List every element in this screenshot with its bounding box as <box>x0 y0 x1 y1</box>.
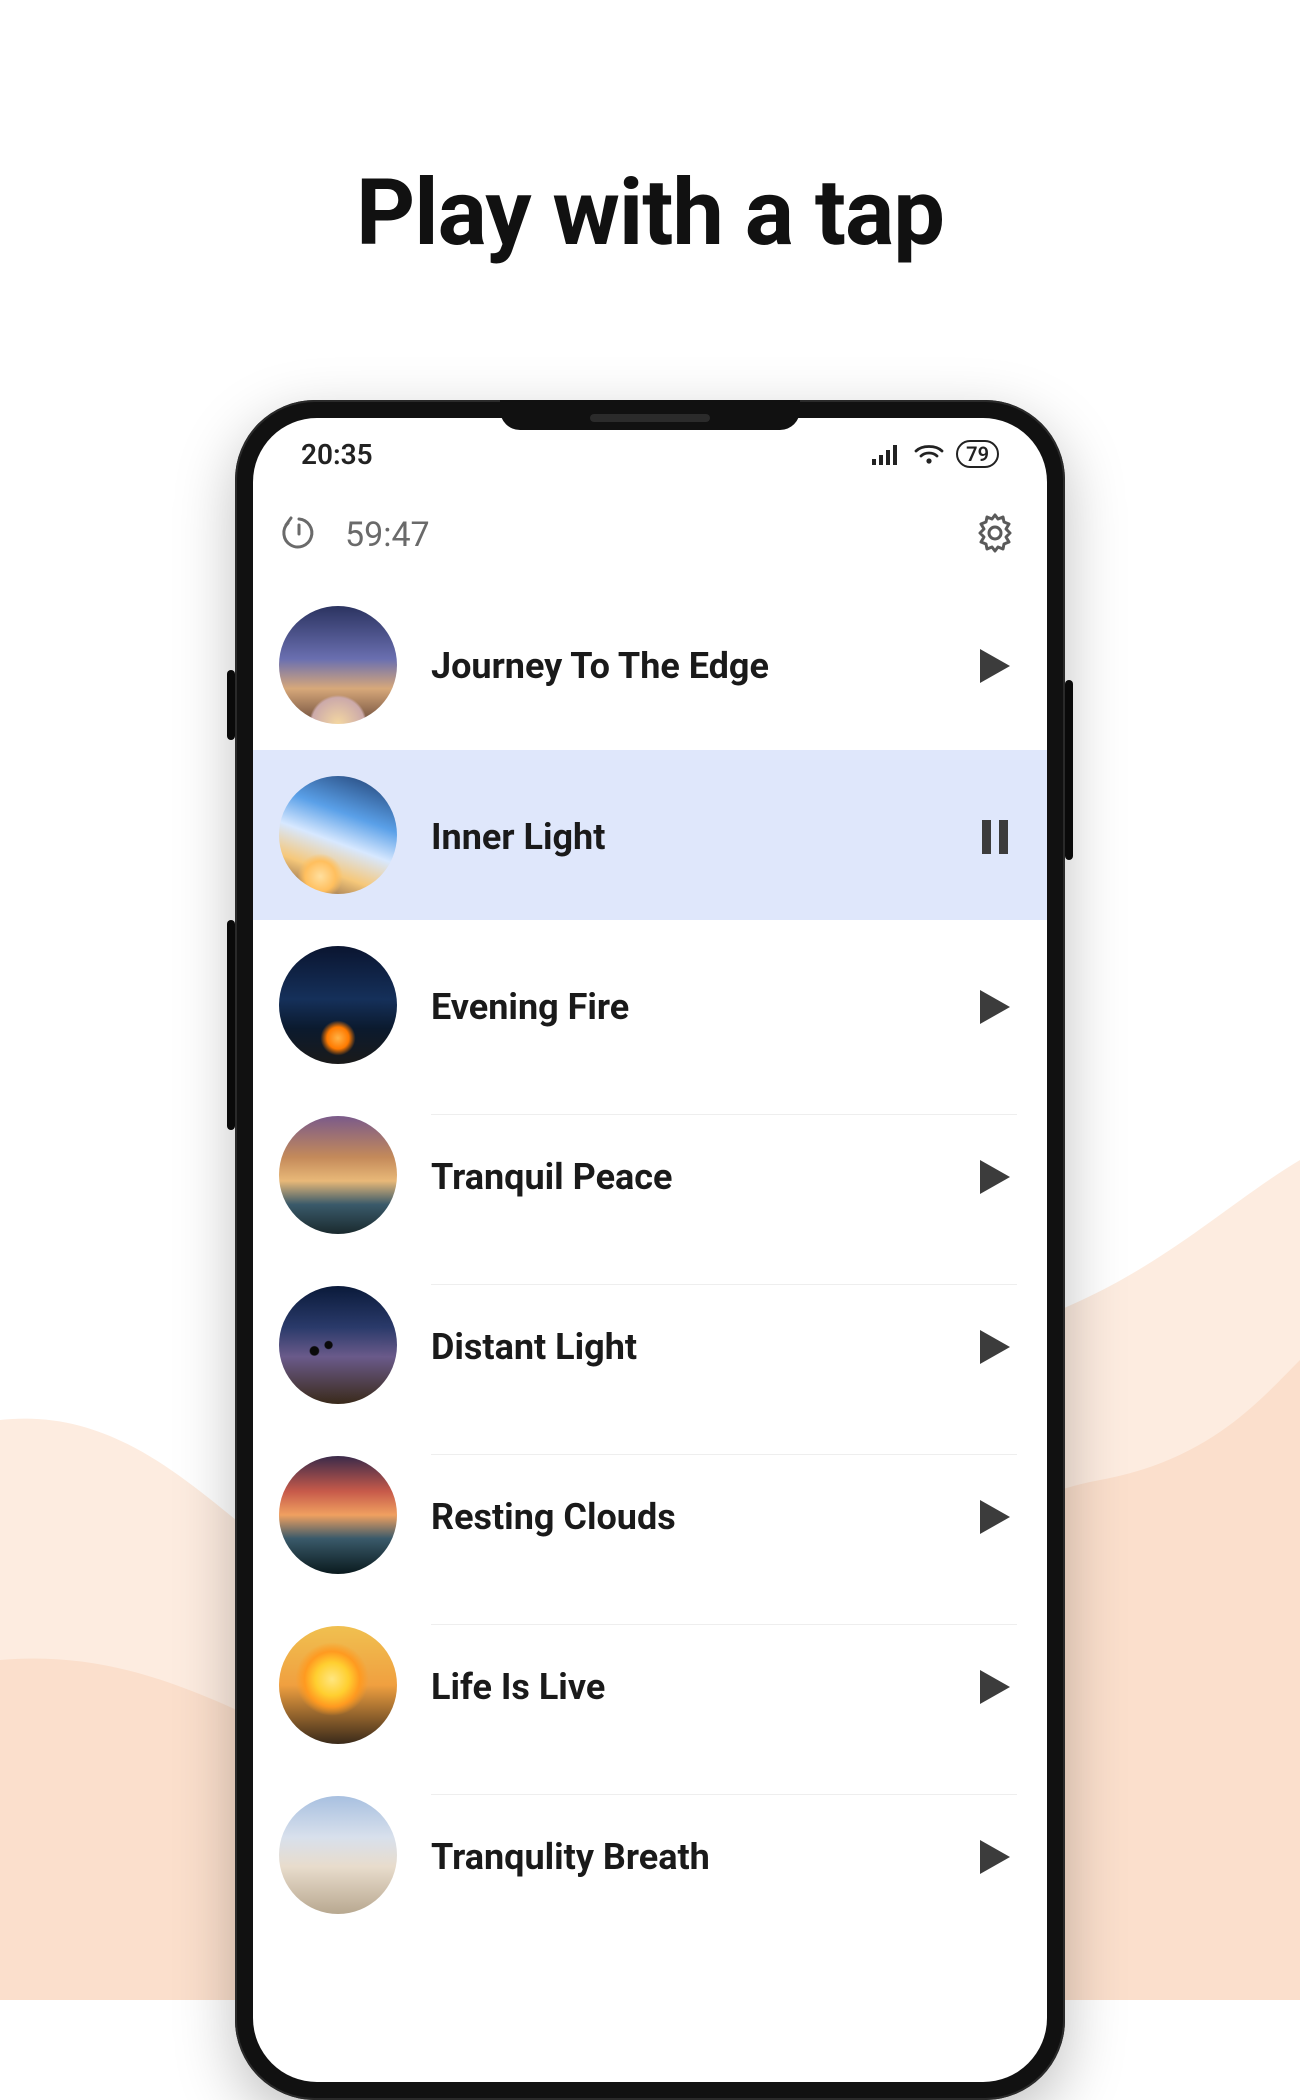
pause-icon[interactable] <box>973 815 1017 859</box>
track-row[interactable]: Evening Fire <box>253 920 1047 1090</box>
track-thumbnail <box>279 1456 397 1574</box>
track-row[interactable]: Journey To The Edge <box>253 580 1047 750</box>
play-icon[interactable] <box>973 1155 1017 1199</box>
track-thumbnail <box>279 946 397 1064</box>
track-title: Tranqulity Breath <box>431 1836 710 1878</box>
app-header: 59:47 <box>253 490 1047 580</box>
phone-screen: 20:35 79 59:47 <box>253 418 1047 2082</box>
track-title: Evening Fire <box>431 986 629 1028</box>
play-icon[interactable] <box>973 1495 1017 1539</box>
status-time: 20:35 <box>301 438 373 471</box>
track-title: Tranquil Peace <box>431 1156 673 1198</box>
cellular-signal-icon <box>872 443 902 465</box>
track-row[interactable]: Distant Light <box>253 1260 1047 1430</box>
settings-icon[interactable] <box>973 511 1017 559</box>
track-row[interactable]: Tranqulity Breath <box>253 1770 1047 1940</box>
track-thumbnail <box>279 1116 397 1234</box>
track-title: Resting Clouds <box>431 1496 676 1538</box>
battery-indicator: 79 <box>956 440 999 468</box>
track-row[interactable]: Inner Light <box>253 750 1047 920</box>
track-title: Inner Light <box>431 816 605 858</box>
track-thumbnail <box>279 1626 397 1744</box>
track-thumbnail <box>279 1796 397 1914</box>
track-list: Journey To The Edge Inner Light <box>253 580 1047 1940</box>
track-thumbnail <box>279 606 397 724</box>
track-row[interactable]: Life Is Live <box>253 1600 1047 1770</box>
wifi-icon <box>914 443 944 465</box>
play-icon[interactable] <box>973 1835 1017 1879</box>
track-title: Journey To The Edge <box>431 645 769 687</box>
phone-notch <box>500 400 800 430</box>
track-title: Distant Light <box>431 1326 637 1368</box>
page-headline: Play with a tap <box>0 160 1300 267</box>
timer-value: 59:47 <box>345 515 430 555</box>
play-icon[interactable] <box>973 1665 1017 1709</box>
timer-icon[interactable] <box>279 513 319 557</box>
track-thumbnail <box>279 776 397 894</box>
track-thumbnail <box>279 1286 397 1404</box>
phone-frame: 20:35 79 59:47 <box>235 400 1065 2100</box>
track-row[interactable]: Resting Clouds <box>253 1430 1047 1600</box>
track-row[interactable]: Tranquil Peace <box>253 1090 1047 1260</box>
play-icon[interactable] <box>973 644 1017 688</box>
play-icon[interactable] <box>973 1325 1017 1369</box>
play-icon[interactable] <box>973 985 1017 1029</box>
track-title: Life Is Live <box>431 1666 605 1708</box>
